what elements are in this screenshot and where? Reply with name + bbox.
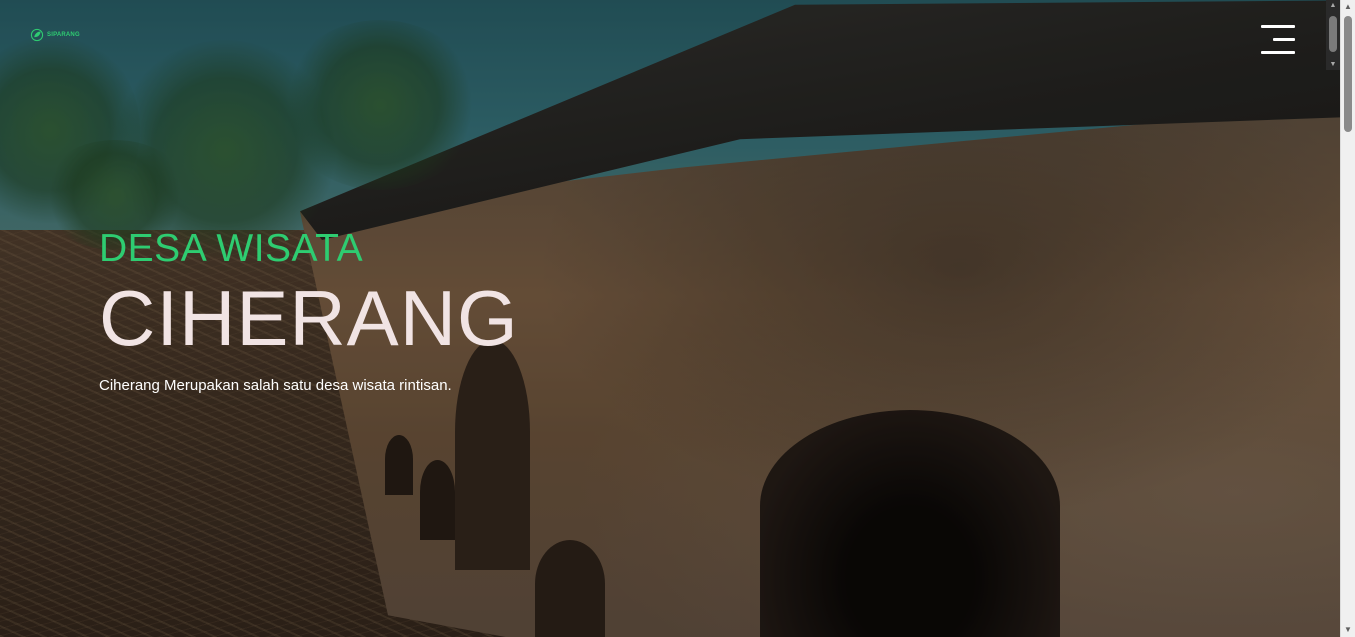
scroll-thumb[interactable] — [1329, 16, 1337, 52]
scroll-down-icon[interactable]: ▼ — [1326, 61, 1340, 68]
leaf-icon — [30, 28, 44, 42]
hero-kicker: DESA WISATA — [99, 227, 364, 270]
scroll-thumb[interactable] — [1344, 16, 1352, 132]
page-scrollbar[interactable]: ▲ ▼ — [1326, 0, 1340, 70]
scroll-up-icon[interactable]: ▲ — [1341, 0, 1355, 14]
hero-title: CIHERANG — [99, 274, 519, 362]
hero-section: SIPARANG DESA WISATA CIHERANG Ciherang M… — [0, 0, 1340, 637]
hamburger-menu-icon[interactable] — [1258, 25, 1298, 55]
logo-text: SIPARANG — [47, 32, 80, 38]
menu-line — [1261, 25, 1295, 28]
site-logo[interactable]: SIPARANG — [30, 28, 80, 42]
menu-line — [1273, 38, 1295, 41]
scroll-up-icon[interactable]: ▲ — [1326, 2, 1340, 9]
browser-scrollbar[interactable]: ▲ ▼ — [1340, 0, 1355, 637]
scroll-down-icon[interactable]: ▼ — [1341, 623, 1355, 637]
hero-content: DESA WISATA CIHERANG Ciherang Merupakan … — [99, 225, 519, 394]
menu-line — [1261, 51, 1295, 54]
hero-description: Ciherang Merupakan salah satu desa wisat… — [99, 377, 452, 394]
